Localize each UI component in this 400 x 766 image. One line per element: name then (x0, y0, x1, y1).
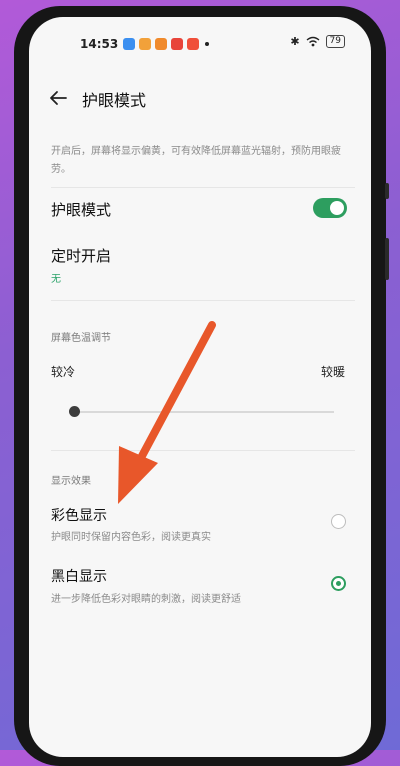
eye-mode-toggle[interactable] (313, 198, 347, 218)
grayscale-display-subtitle: 进一步降低色彩对眼睛的刺激，阅读更舒适 (51, 594, 241, 605)
warm-label: 较暖 (321, 365, 346, 379)
status-bar: 14:53 ✱ 79 (29, 17, 371, 57)
display-effect-section-label: 显示效果 (51, 476, 91, 487)
header: 护眼模式 (29, 87, 371, 123)
toggle-knob (330, 201, 344, 215)
screen: 14:53 ✱ 79 护眼模式 开启后，屏幕将显示偏黄，可有效降低屏幕蓝光辐射，… (29, 17, 371, 757)
color-temp-slider-thumb[interactable] (69, 406, 80, 417)
app-red-icon (171, 38, 183, 50)
color-display-subtitle: 护眼同时保留内容色彩，阅读更真实 (51, 532, 211, 543)
grayscale-display-radio[interactable] (331, 576, 346, 591)
schedule-label[interactable]: 定时开启 (51, 245, 111, 266)
bluetooth-icon: ✱ (290, 35, 300, 48)
schedule-value: 无 (51, 274, 61, 285)
page-title: 护眼模式 (82, 91, 147, 110)
battery-level: 79 (329, 36, 341, 46)
cool-label: 较冷 (51, 365, 76, 379)
divider (51, 187, 355, 188)
color-display-radio[interactable] (331, 514, 346, 529)
color-temp-section-label: 屏幕色温调节 (51, 333, 111, 344)
status-dot (205, 42, 209, 46)
description-text: 开启后，屏幕将显示偏黄，可有效降低屏幕蓝光辐射，预防用眼疲劳。 (51, 146, 341, 175)
status-right: ✱ 79 (290, 35, 345, 48)
divider (51, 450, 355, 451)
app-orange-icon (155, 38, 167, 50)
divider (51, 300, 355, 301)
eye-mode-label: 护眼模式 (51, 201, 112, 219)
phone-side-button (385, 183, 389, 199)
back-arrow-icon[interactable] (47, 87, 69, 109)
grayscale-display-title[interactable]: 黑白显示 (51, 566, 107, 586)
battery-icon: 79 (325, 35, 345, 48)
app-blue-icon (123, 38, 135, 50)
color-display-title[interactable]: 彩色显示 (51, 505, 107, 525)
status-time: 14:53 (80, 37, 119, 51)
color-temp-slider-track[interactable] (74, 411, 334, 413)
wifi-icon (306, 36, 319, 47)
app-orange-icon (139, 38, 151, 50)
phone-volume-button (385, 238, 389, 280)
app-red-icon (187, 38, 199, 50)
